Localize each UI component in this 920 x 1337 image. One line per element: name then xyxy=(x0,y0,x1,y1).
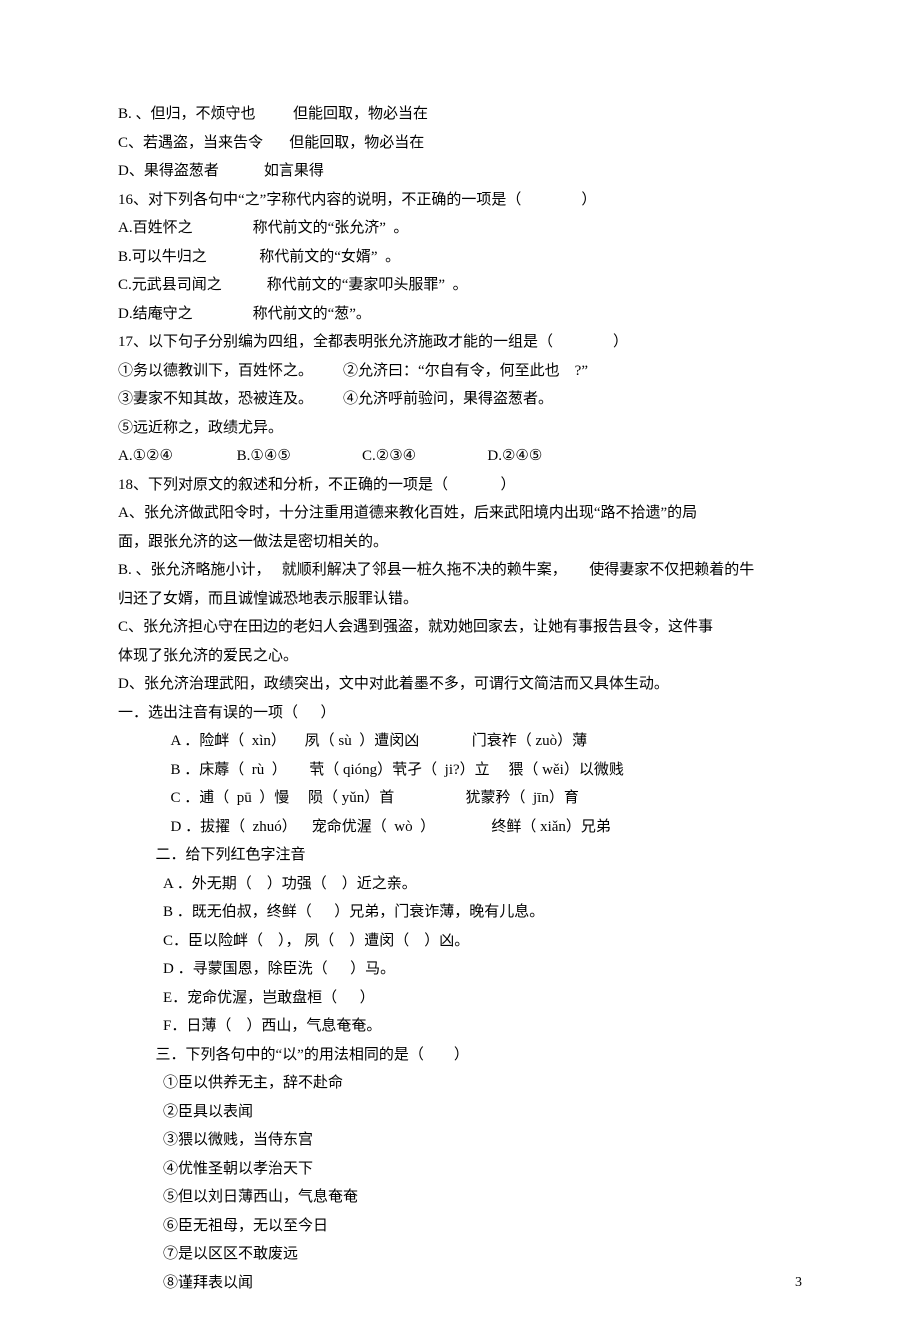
option-line: D.结庵守之 称代前文的“葱”。 xyxy=(118,300,802,329)
option-line: ⑦是以区区不敢废远 xyxy=(118,1240,802,1269)
section-1-heading: 一．选出注音有误的一项（ ） xyxy=(118,699,802,728)
question-16: 16、对下列各句中“之”字称代内容的说明，不正确的一项是（ ） xyxy=(118,186,802,215)
option-line: D、张允济治理武阳，政绩突出，文中对此着墨不多，可谓行文简洁而又具体生动。 xyxy=(118,670,802,699)
option-line: C、若遇盗，当来告令 但能回取，物必当在 xyxy=(118,129,802,158)
option-line: 面，跟张允济的这一做法是密切相关的。 xyxy=(118,528,802,557)
option-line: A、张允济做武阳令时，十分注重用道德来教化百姓，后来武阳境内出现“路不拾遗”的局 xyxy=(118,499,802,528)
option-line: F．日薄（ ）西山，气息奄奄。 xyxy=(118,1012,802,1041)
option-line: D ．拔擢（ zhuó） 宠命优渥（ wò ） 终鲜（ xiǎn）兄弟 xyxy=(118,813,802,842)
option-line: ①臣以供养无主，辞不赴命 xyxy=(118,1069,802,1098)
option-line: E．宠命优渥，岂敢盘桓（ ） xyxy=(118,984,802,1013)
option-line: C．臣以险衅（ ）， 夙（ ）遭闵（ ）凶。 xyxy=(118,927,802,956)
question-18: 18、下列对原文的叙述和分析，不正确的一项是（ ） xyxy=(118,471,802,500)
option-line: ⑥臣无祖母，无以至今日 xyxy=(118,1212,802,1241)
page-number: 3 xyxy=(795,1270,802,1297)
option-line: D、果得盗葱者 如言果得 xyxy=(118,157,802,186)
option-line: C.元武县司闻之 称代前文的“妻家叩头服罪” 。 xyxy=(118,271,802,300)
option-line: A ．外无期（ ）功强（ ）近之亲。 xyxy=(118,870,802,899)
option-line: B.可以牛归之 称代前文的“女婿” 。 xyxy=(118,243,802,272)
option-line: B. 、张允济略施小计， 就顺利解决了邻县一桩久拖不决的赖牛案， 使得妻家不仅把… xyxy=(118,556,802,585)
option-line: D ．寻蒙国恩，除臣洗（ ）马。 xyxy=(118,955,802,984)
option-line: A.百姓怀之 称代前文的“张允济” 。 xyxy=(118,214,802,243)
question-17: 17、以下句子分别编为四组，全都表明张允济施政才能的一组是（ ） xyxy=(118,328,802,357)
option-line: ⑤但以刘日薄西山，气息奄奄 xyxy=(118,1183,802,1212)
option-line: B ．床蓐（ rù ） 茕（ qióng）茕孑（ ji?）立 猥（ wěi）以微… xyxy=(118,756,802,785)
option-line: B. 、但归，不烦守也 但能回取，物必当在 xyxy=(118,100,802,129)
option-line: C ．逋（ pū ）慢 陨（ yǔn）首 犹蒙矜（ jīn）育 xyxy=(118,784,802,813)
option-line: A.①②④ B.①④⑤ C.②③④ D.②④⑤ xyxy=(118,442,802,471)
section-3-heading: 三．下列各句中的“以”的用法相同的是（ ） xyxy=(118,1041,802,1070)
option-line: B ．既无伯叔，终鲜（ ）兄弟，门衰诈薄，晚有儿息。 xyxy=(118,898,802,927)
option-line: 归还了女婿，而且诚惶诚恐地表示服罪认错。 xyxy=(118,585,802,614)
section-2-heading: 二．给下列红色字注音 xyxy=(118,841,802,870)
option-line: ④优惟圣朝以孝治天下 xyxy=(118,1155,802,1184)
option-line: ②臣具以表闻 xyxy=(118,1098,802,1127)
option-line: ③妻家不知其故，恐被连及。 ④允济呼前验问，果得盗葱者。 xyxy=(118,385,802,414)
option-line: A ．险衅（ xìn） 夙（ sù ）遭闵凶 门衰祚（ zuò）薄 xyxy=(118,727,802,756)
option-line: 体现了张允济的爱民之心。 xyxy=(118,642,802,671)
option-line: ⑤远近称之，政绩尤异。 xyxy=(118,414,802,443)
option-line: ⑧谨拜表以闻 xyxy=(118,1269,802,1298)
option-line: C、张允济担心守在田边的老妇人会遇到强盗，就劝她回家去，让她有事报告县令，这件事 xyxy=(118,613,802,642)
option-line: ③猥以微贱，当侍东宫 xyxy=(118,1126,802,1155)
option-line: ①务以德教训下，百姓怀之。 ②允济曰：“尔自有令，何至此也 ?” xyxy=(118,357,802,386)
